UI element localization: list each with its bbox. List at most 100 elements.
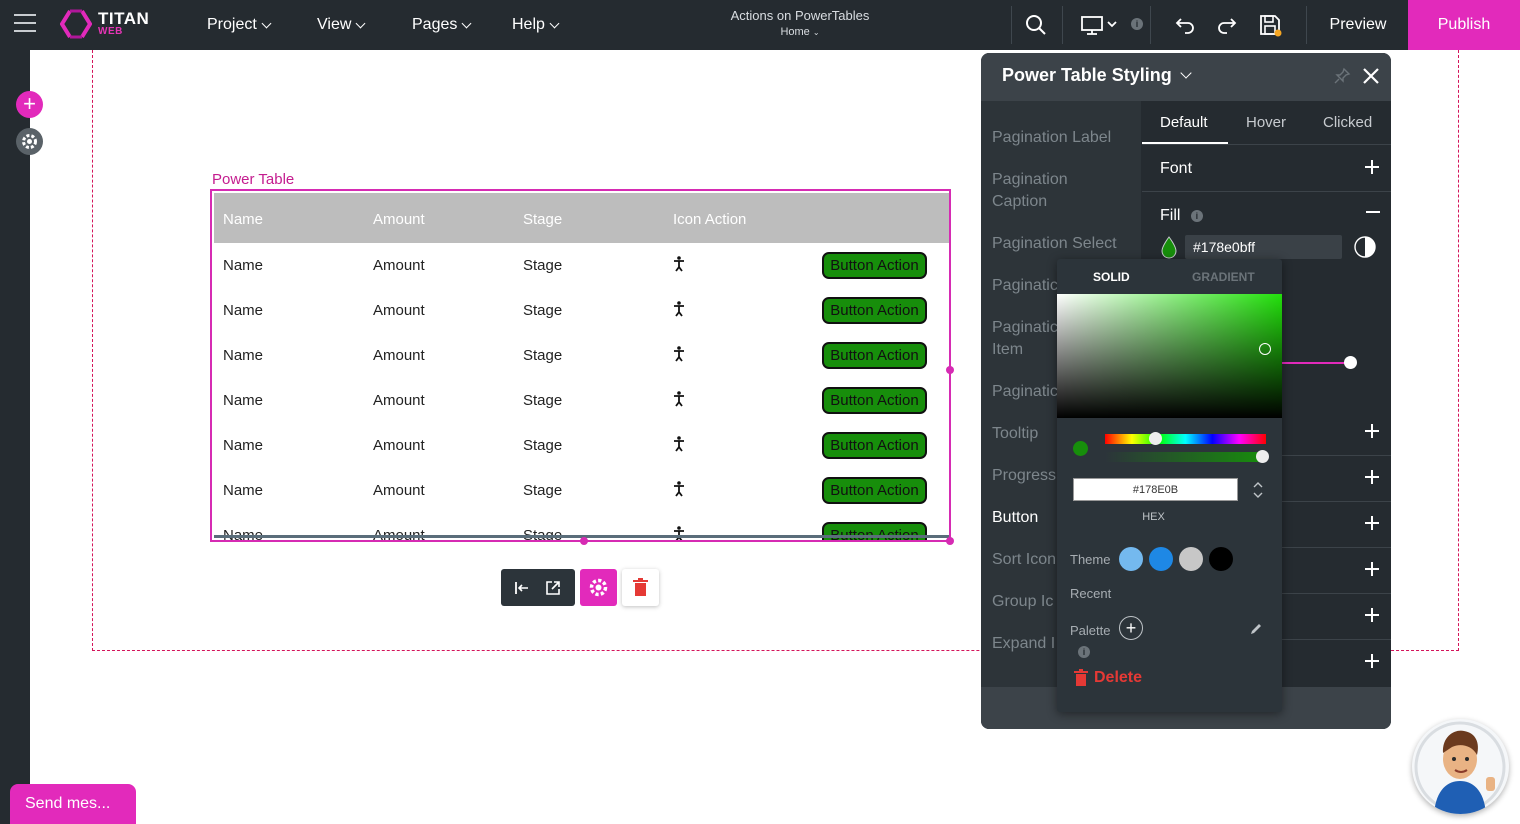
button-action[interactable]: Button Action <box>822 522 927 540</box>
table-row[interactable]: Name Amount Stage Button Action <box>214 468 949 513</box>
pin-icon[interactable] <box>1333 67 1351 85</box>
format-toggle-icon[interactable] <box>1253 480 1263 500</box>
element-settings-button[interactable] <box>580 569 617 606</box>
alpha-slider-handle[interactable] <box>1256 450 1269 463</box>
element-delete-button[interactable] <box>622 569 659 606</box>
side-item-pagination[interactable]: Paginatic <box>992 275 1058 297</box>
person-icon[interactable] <box>672 526 686 542</box>
tab-solid[interactable]: SOLID <box>1093 270 1130 284</box>
tab-gradient[interactable]: GRADIENT <box>1192 270 1255 284</box>
expand-plus-icon[interactable] <box>1365 608 1379 622</box>
fill-color-input[interactable]: #178e0bff <box>1185 235 1342 259</box>
button-action[interactable]: Button Action <box>822 297 927 324</box>
align-left-icon[interactable] <box>513 579 531 597</box>
theme-swatch-black[interactable] <box>1209 547 1233 571</box>
button-action[interactable]: Button Action <box>822 252 927 279</box>
side-item-progress[interactable]: Progress <box>992 465 1056 487</box>
table-row[interactable]: Name Amount Stage Button Action <box>214 243 949 288</box>
edit-pencil-icon[interactable] <box>1249 622 1263 636</box>
header-stage[interactable]: Stage <box>523 211 562 228</box>
assistant-avatar[interactable] <box>1412 719 1509 814</box>
alpha-slider[interactable] <box>1105 452 1266 462</box>
collapse-minus-icon[interactable] <box>1366 211 1380 213</box>
resize-handle-bottom[interactable] <box>580 537 588 545</box>
contrast-icon[interactable] <box>1353 235 1377 259</box>
header-amount[interactable]: Amount <box>373 211 425 228</box>
table-row[interactable]: Name Amount Stage Button Action <box>214 378 949 423</box>
power-table[interactable]: Name Amount Stage Icon Action Name Amount… <box>210 189 951 542</box>
table-row[interactable]: Name Amount Stage Button Action <box>214 288 949 333</box>
button-action[interactable]: Button Action <box>822 387 927 414</box>
add-widget-button[interactable]: + <box>16 91 43 118</box>
hamburger-menu-icon[interactable] <box>14 14 36 34</box>
side-item-pagination-select[interactable]: Pagination Select <box>992 233 1117 255</box>
theme-swatch-gray[interactable] <box>1179 547 1203 571</box>
expand-plus-icon[interactable] <box>1365 562 1379 576</box>
opacity-slider-handle[interactable] <box>1344 356 1357 369</box>
tab-clicked[interactable]: Clicked <box>1323 114 1372 131</box>
expand-plus-icon[interactable] <box>1365 516 1379 530</box>
resize-handle-corner[interactable] <box>946 537 954 545</box>
search-icon[interactable] <box>1024 13 1048 37</box>
menu-pages[interactable]: Pages <box>412 16 472 34</box>
side-item-button[interactable]: Button <box>992 507 1038 529</box>
tab-default[interactable]: Default <box>1160 114 1208 131</box>
menu-view[interactable]: View <box>317 16 366 34</box>
settings-button[interactable] <box>16 128 43 155</box>
fill-info-icon[interactable]: i <box>1190 209 1203 222</box>
person-icon[interactable] <box>672 346 686 362</box>
theme-swatch-blue[interactable] <box>1149 547 1173 571</box>
theme-swatch-light-blue[interactable] <box>1119 547 1143 571</box>
menu-help[interactable]: Help <box>512 16 560 34</box>
expand-plus-icon[interactable] <box>1365 654 1379 668</box>
button-action[interactable]: Button Action <box>822 477 927 504</box>
person-icon[interactable] <box>672 391 686 407</box>
side-item-pagination-2[interactable]: Paginatic <box>992 381 1058 403</box>
table-row[interactable]: Name Amount Stage Button Action <box>214 423 949 468</box>
side-item-tooltip[interactable]: Tooltip <box>992 423 1038 445</box>
resize-handle-right[interactable] <box>946 366 954 374</box>
side-item-pagination-label[interactable]: Pagination Label <box>992 127 1111 149</box>
button-action[interactable]: Button Action <box>822 342 927 369</box>
side-item-expand-icon[interactable]: Expand I <box>992 633 1055 655</box>
open-external-icon[interactable] <box>544 579 562 597</box>
side-item-group-icon[interactable]: Group Ic <box>992 591 1053 613</box>
expand-plus-icon[interactable] <box>1365 424 1379 438</box>
hue-slider[interactable] <box>1105 434 1266 444</box>
undo-icon[interactable] <box>1173 13 1197 37</box>
side-item-sort-icon[interactable]: Sort Icon <box>992 549 1056 571</box>
tab-hover[interactable]: Hover <box>1246 114 1286 131</box>
side-item-pagination-item[interactable]: Paginatic Item <box>992 317 1062 361</box>
hex-input[interactable]: #178E0B <box>1073 478 1238 501</box>
fill-section[interactable]: Fill i <box>1160 207 1203 225</box>
person-icon[interactable] <box>672 481 686 497</box>
person-icon[interactable] <box>672 301 686 317</box>
color-cursor[interactable] <box>1259 343 1271 355</box>
button-action[interactable]: Button Action <box>822 432 927 459</box>
delete-color-button[interactable]: Delete <box>1074 669 1142 687</box>
header-name[interactable]: Name <box>223 211 263 228</box>
font-section[interactable]: Font <box>1142 146 1391 192</box>
publish-button[interactable]: Publish <box>1408 0 1520 50</box>
close-icon[interactable] <box>1361 66 1381 86</box>
menu-project[interactable]: Project <box>207 16 272 34</box>
opacity-slider-track[interactable] <box>1281 362 1349 364</box>
page-selector[interactable]: Home ⌄ <box>700 26 900 38</box>
panel-title[interactable]: Power Table Styling <box>1002 65 1192 86</box>
color-drop-icon[interactable] <box>1159 235 1179 259</box>
redo-icon[interactable] <box>1215 13 1239 37</box>
desktop-device-icon[interactable] <box>1080 13 1120 37</box>
expand-plus-icon[interactable] <box>1365 470 1379 484</box>
preview-button[interactable]: Preview <box>1312 0 1404 50</box>
send-message-button[interactable]: Send mes... <box>10 784 136 824</box>
person-icon[interactable] <box>672 256 686 272</box>
hue-slider-handle[interactable] <box>1149 432 1162 445</box>
save-icon[interactable] <box>1258 13 1282 37</box>
palette-info-icon[interactable]: i <box>1078 646 1090 658</box>
table-row[interactable]: Name Amount Stage Button Action <box>214 333 949 378</box>
person-icon[interactable] <box>672 436 686 452</box>
header-icon-action[interactable]: Icon Action <box>673 211 746 228</box>
saturation-value-area[interactable] <box>1057 294 1282 418</box>
add-palette-color-button[interactable]: + <box>1119 616 1143 640</box>
device-info-icon[interactable]: i <box>1131 18 1143 30</box>
